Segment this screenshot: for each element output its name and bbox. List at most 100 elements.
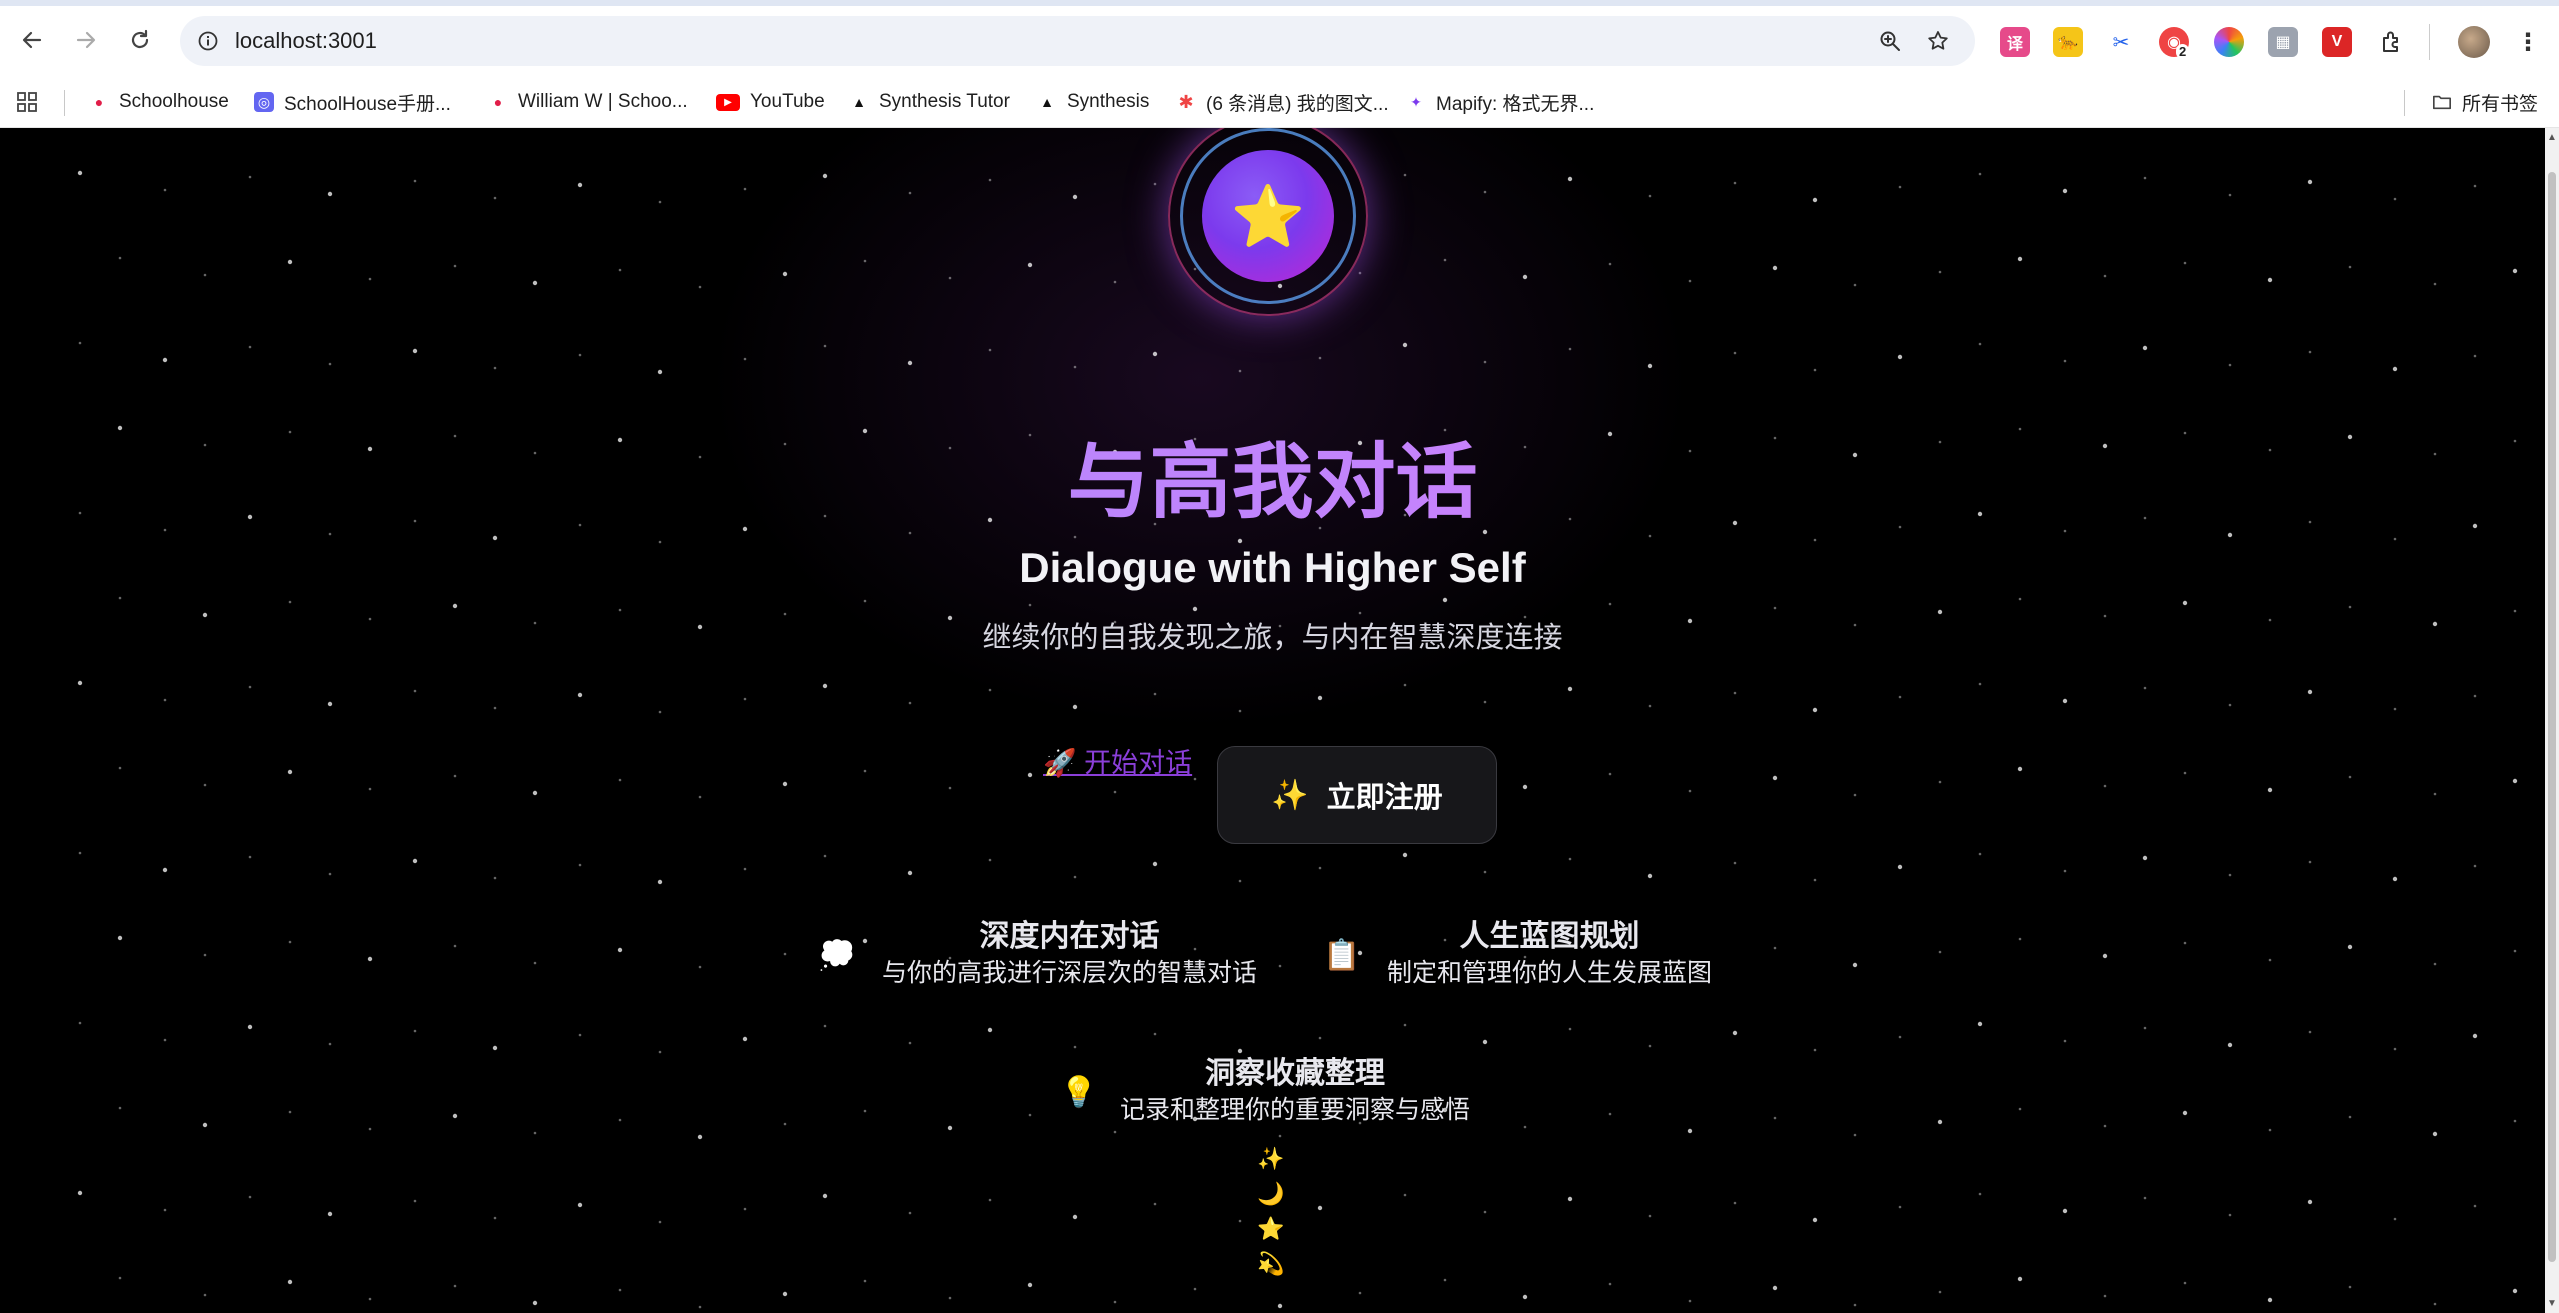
- star-dot: [453, 944, 457, 948]
- star-dot: [1027, 772, 1033, 778]
- page-scrollbar[interactable]: ▲ ▼: [2545, 128, 2559, 1313]
- star-dot: [493, 876, 497, 880]
- youtube-icon: ▶: [716, 93, 740, 111]
- star-dot: [1853, 793, 1857, 797]
- v-extension-icon[interactable]: V: [2322, 27, 2352, 57]
- thought-bubble-icon: 💭: [818, 939, 856, 972]
- color-wheel-extension-icon[interactable]: [2214, 27, 2244, 57]
- star-dot: [1648, 1214, 1652, 1218]
- star-dot: [2228, 1213, 2232, 1217]
- bookmark-label: SchoolHouse手册...: [284, 93, 451, 115]
- star-dot: [908, 701, 912, 705]
- star-dot: [1403, 1193, 1407, 1197]
- bookmark-synthesis-tutor[interactable]: ▲ Synthesis Tutor: [849, 76, 1010, 128]
- forward-arrow-icon: [76, 31, 96, 49]
- star-dot: [1568, 857, 1572, 861]
- star-dot: [823, 854, 827, 858]
- feature-insight-collection: 💡 洞察收藏整理 记录和整理你的重要洞察与感悟: [1060, 1055, 1490, 1145]
- all-bookmarks-label: 所有书签: [2462, 93, 2539, 115]
- menu-kebab-icon[interactable]: ⋮: [2513, 27, 2543, 57]
- star-dot: [1568, 1027, 1572, 1031]
- star-dot: [247, 1024, 253, 1030]
- star-dot: [2393, 197, 2397, 201]
- all-bookmarks-folder[interactable]: 所有书签: [2432, 76, 2538, 128]
- star-dot: [1772, 1285, 1778, 1291]
- zoom-icon[interactable]: [1875, 26, 1905, 56]
- star-dot: [248, 345, 252, 349]
- star-dot: [1523, 1125, 1527, 1129]
- star-dot: [2347, 944, 2353, 950]
- browser-toolbar: localhost:3001 译 🐆 ✂ ◉ 2 ▦ V ⋮: [0, 6, 2559, 76]
- star-dot: [1898, 1205, 1902, 1209]
- star-dot: [327, 191, 333, 197]
- star-dot: [658, 710, 662, 714]
- star-dot: [1567, 176, 1573, 182]
- star-dot: [822, 683, 828, 689]
- star-dot: [948, 1296, 952, 1300]
- bookmark-star-icon[interactable]: [1923, 26, 1953, 56]
- forward-button[interactable]: [66, 20, 106, 60]
- star-dot: [2227, 532, 2233, 538]
- star-dot: [698, 965, 702, 969]
- star-dot: [1153, 1032, 1157, 1036]
- profile-avatar[interactable]: [2458, 26, 2490, 58]
- star-dot: [248, 175, 252, 179]
- star-dot: [782, 271, 788, 277]
- star-dot: [2018, 1107, 2022, 1111]
- star-dot: [743, 1207, 747, 1211]
- scroll-up-arrow-icon[interactable]: ▲: [2547, 132, 2557, 143]
- star-dot: [493, 196, 497, 200]
- back-button[interactable]: [12, 20, 52, 60]
- site-info-icon[interactable]: [194, 27, 222, 55]
- star-dot: [988, 1198, 992, 1202]
- star-dot: [2393, 537, 2397, 541]
- star-dot: [1113, 790, 1117, 794]
- star-dot: [77, 1190, 83, 1196]
- star-dot: [908, 191, 912, 195]
- bookmark-youtube[interactable]: ▶ YouTube: [716, 76, 825, 128]
- sparkles-decoration-icon: ✨: [1257, 1146, 1285, 1171]
- star-dot: [863, 1109, 867, 1113]
- cheetah-extension-icon[interactable]: 🐆: [2053, 27, 2083, 57]
- star-dot: [1773, 946, 1777, 950]
- star-dot: [1608, 262, 1612, 266]
- apps-grid-icon[interactable]: [16, 76, 38, 128]
- bookmark-mapify[interactable]: ✦ Mapify: 格式无界...: [1406, 76, 1594, 128]
- star-dot: [1073, 875, 1077, 879]
- address-bar[interactable]: localhost:3001: [180, 16, 1975, 66]
- star-dot: [77, 680, 83, 686]
- feature-title: 人生蓝图规划: [1459, 920, 1640, 953]
- star-dot: [1483, 870, 1487, 874]
- extensions-puzzle-icon[interactable]: [2377, 27, 2407, 57]
- star-dot: [743, 697, 747, 701]
- feature-life-blueprint: 📋 人生蓝图规划 制定和管理你的人生发展蓝图: [1320, 918, 1740, 1008]
- feature-desc: 记录和整理你的重要洞察与感悟: [1119, 1096, 1470, 1124]
- bookmark-schoolhouse[interactable]: ● Schoolhouse: [89, 76, 229, 128]
- star-dot: [328, 362, 332, 366]
- star-dot: [248, 855, 252, 859]
- feature-desc: 制定和管理你的人生发展蓝图: [1386, 959, 1712, 987]
- star-dot: [2348, 1285, 2352, 1289]
- star-dot: [1567, 1196, 1573, 1202]
- star-dot: [328, 532, 332, 536]
- bookmark-william[interactable]: ● William W | Schoo...: [488, 76, 688, 128]
- bookmark-messages[interactable]: ✱ (6 条消息) 我的图文...: [1176, 76, 1388, 128]
- star-dot: [863, 769, 867, 773]
- scroll-down-arrow-icon[interactable]: ▼: [2547, 1298, 2557, 1309]
- bookmark-label: Schoolhouse: [119, 91, 229, 112]
- translate-extension-icon[interactable]: 译: [2000, 27, 2030, 57]
- signup-button[interactable]: ✨ 立即注册: [1217, 746, 1497, 844]
- scissors-extension-icon[interactable]: ✂: [2106, 27, 2136, 57]
- scroll-thumb[interactable]: [2548, 172, 2556, 1262]
- reload-button[interactable]: [120, 20, 160, 60]
- star-dot: [1072, 194, 1078, 200]
- star-dot: [368, 277, 372, 281]
- star-dot: [1238, 709, 1242, 713]
- star-dot: [2018, 597, 2022, 601]
- image-extension-icon[interactable]: ▦: [2268, 27, 2298, 57]
- url-text[interactable]: localhost:3001: [235, 28, 377, 54]
- bookmark-synthesis[interactable]: ▲ Synthesis: [1037, 76, 1149, 128]
- star-dot: [948, 276, 952, 280]
- start-dialogue-link[interactable]: 🚀 开始对话: [1043, 746, 1192, 780]
- bookmark-schoolhouse-handbook[interactable]: ◎ SchoolHouse手册...: [254, 76, 451, 128]
